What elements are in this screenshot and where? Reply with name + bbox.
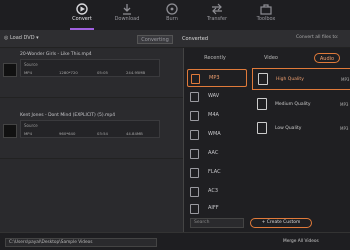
toolbox-icon [260,4,272,15]
tab-toolbox[interactable]: Toolbox [246,0,286,30]
quality-format: MP3 [341,77,350,82]
top-toolbar: Convert Download Burn Transfer Toolbox [0,0,350,30]
convert-all-label: Convert all files to: [296,35,339,40]
quality-label: Low Quality [275,126,302,131]
merge-all-label: Merge All Videos [283,239,319,244]
tab-converted[interactable]: Converted [175,35,215,44]
music-file-icon [257,98,267,110]
tab-audio[interactable]: Audio [314,53,340,63]
music-file-icon [257,122,267,134]
tab-download[interactable]: Download [107,0,147,30]
quality-label: High Quality [276,77,304,82]
size-value: 44.84MB [126,131,143,136]
video-thumbnail [3,124,17,138]
chevron-down-icon: ▾ [36,35,39,41]
source-info: Source MP4 960*640 03:54 44.84MB [20,120,160,138]
tab-burn[interactable]: Burn [152,0,192,30]
format-aac[interactable]: AAC [187,145,247,163]
tab-video[interactable]: Video [251,53,291,63]
format-label: FLAC [208,169,221,175]
tab-convert-label: Convert [72,16,92,22]
file-title: Kent Jones - Dont Mind (EXPLICIT) (5).mp… [20,113,116,118]
wma-icon [190,130,199,140]
quality-high[interactable]: High Quality MP3 [252,68,350,90]
tab-toolbox-label: Toolbox [256,16,276,22]
format-wav[interactable]: WAV [187,88,247,106]
flac-icon [190,168,199,178]
quality-low[interactable]: Low Quality MP3 [252,118,350,140]
source-info: Source MP4 1280*720 05:05 244.95MB [20,59,160,77]
quality-format: MP3 [340,126,349,131]
video-thumbnail [3,63,17,77]
ac3-icon [190,187,199,197]
duration-value: 03:54 [97,131,108,136]
resolution-value: 1280*720 [59,70,78,75]
create-custom-button[interactable]: + Create Custom [250,218,312,228]
tab-recently[interactable]: Recently [192,53,238,63]
transfer-icon [212,3,222,15]
tab-download-label: Download [114,16,140,22]
quality-label: Medium Quality [275,102,311,107]
tab-transfer[interactable]: Transfer [197,0,237,30]
music-file-icon [258,73,268,85]
tab-transfer-label: Transfer [206,16,228,22]
download-icon [123,4,131,15]
tab-burn-label: Burn [166,16,178,22]
wav-icon [190,92,199,102]
tab-converting[interactable]: Converting [137,35,173,44]
format-m4a[interactable]: M4A [187,107,247,125]
format-ac3[interactable]: AC3 [187,183,247,201]
format-mp3[interactable]: MP3 [187,69,247,87]
tab-convert[interactable]: Convert [62,0,102,30]
format-flac[interactable]: FLAC [187,164,247,182]
quality-medium[interactable]: Medium Quality MP3 [252,94,350,116]
output-format-panel: Recently Video Audio MP3 WAV M4A WMA AAC… [183,48,350,232]
format-value: MP4 [24,131,32,136]
format-label: WMA [208,131,221,137]
aac-icon [190,149,199,159]
format-search-input[interactable]: Search [190,218,244,228]
source-label: Source [24,62,38,67]
load-dvd-label: Load DVD [9,35,35,41]
quality-format: MP3 [340,102,349,107]
resolution-value: 960*640 [59,131,76,136]
format-value: MP4 [24,70,32,75]
load-dvd-button[interactable]: ◎ Load DVD ▾ [4,35,39,41]
format-label: AC3 [208,188,219,194]
sub-toolbar: ◎ Load DVD ▾ Converting Converted Conver… [0,30,350,48]
m4a-icon [190,111,199,121]
format-label: MP3 [209,75,220,81]
convert-icon [76,3,88,15]
output-path-field[interactable]: C:\Users\payal\Desktop\Sample Videos [5,238,157,247]
aiff-icon [190,204,199,214]
mp3-icon [191,74,200,84]
bottom-bar: C:\Users\payal\Desktop\Sample Videos Mer… [0,232,350,250]
format-wma[interactable]: WMA [187,126,247,144]
format-label: M4A [208,112,219,118]
format-label: AAC [208,150,219,156]
file-title: 20-Wonder Girls - Like This.mp4 [20,52,92,57]
duration-value: 05:05 [97,70,108,75]
format-label: WAV [208,93,220,99]
format-label: AIFF [208,205,219,211]
format-aiff[interactable]: AIFF [187,200,247,215]
source-label: Source [24,123,38,128]
disc-icon [166,3,178,15]
size-value: 244.95MB [126,70,146,75]
